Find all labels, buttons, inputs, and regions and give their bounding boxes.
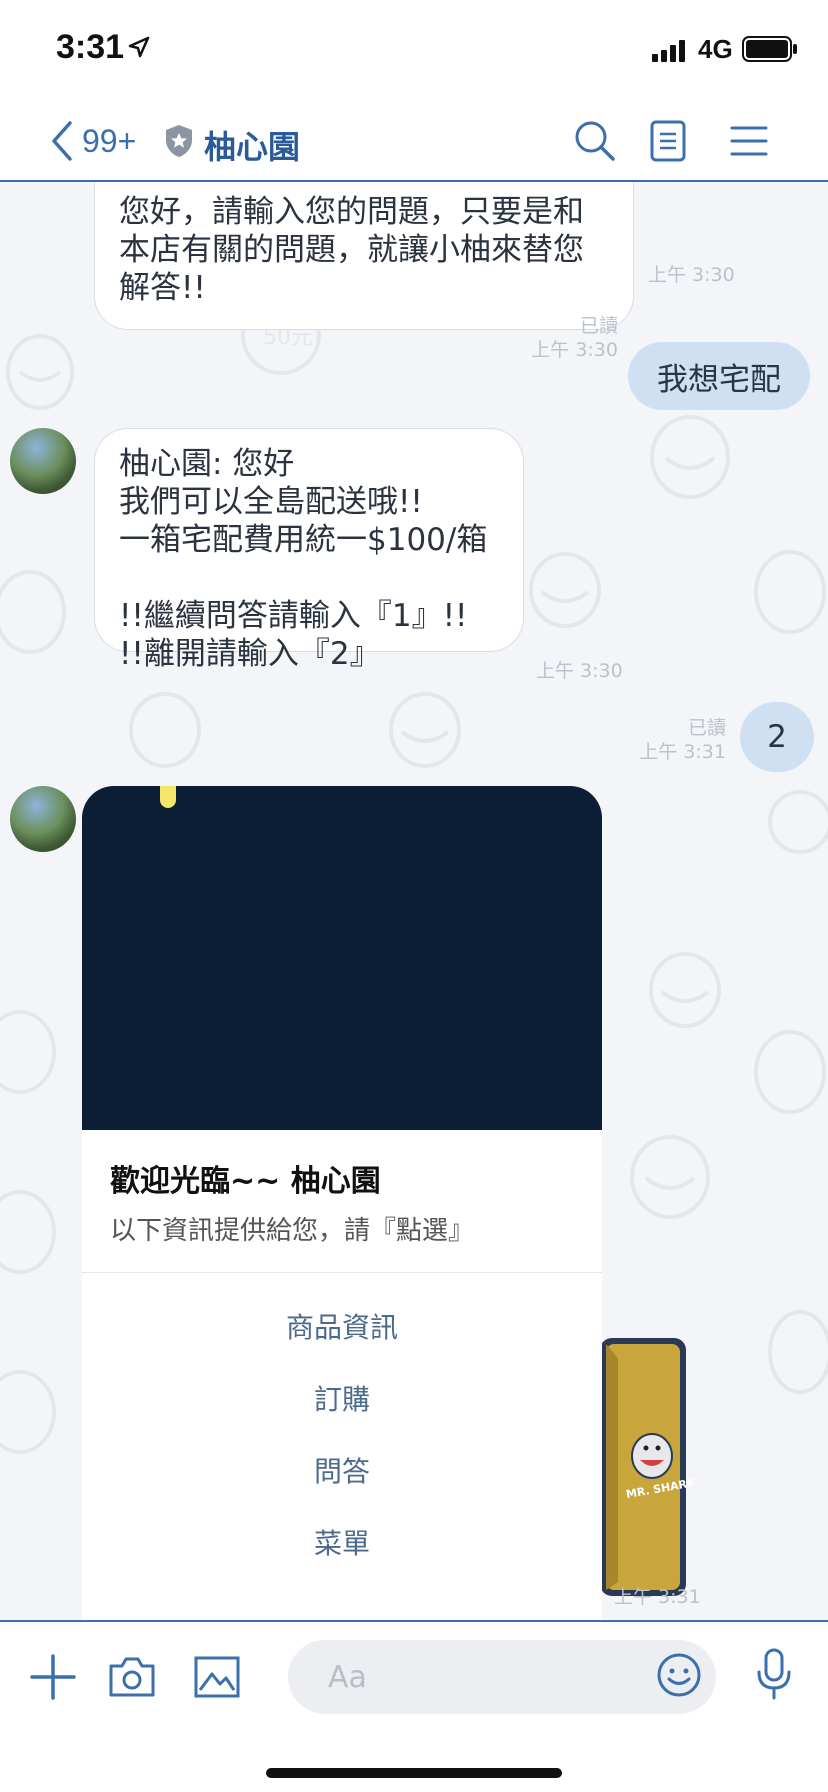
wallpaper-shark-icon [768, 1310, 828, 1394]
plus-icon[interactable] [30, 1654, 76, 1700]
message-time: 上午 3:31 [639, 741, 726, 763]
wallpaper-shark-icon [6, 334, 74, 410]
camera-icon[interactable] [108, 1656, 156, 1698]
message-time: 上午 3:31 [614, 1586, 701, 1608]
outgoing-message[interactable]: 我想宅配 [628, 342, 810, 410]
microphone-icon[interactable] [756, 1648, 792, 1700]
menu-icon[interactable] [730, 126, 768, 156]
read-label: 已讀 [687, 717, 726, 739]
message-text: 解答!! [119, 270, 206, 306]
card-action-order[interactable]: 訂購 [82, 1378, 602, 1418]
wallpaper-shark-icon [529, 552, 601, 628]
message-text: 我們可以全島配送哦!! [119, 484, 423, 520]
battery-icon [742, 36, 797, 62]
welcome-card: 歡迎光臨~~ 柚心園 以下資訊提供給您，請『點選』 商品資訊 訂購 問答 菜單 [82, 786, 602, 1620]
home-indicator [266, 1768, 562, 1778]
card-action-menu[interactable]: 菜單 [82, 1522, 602, 1562]
card-subtitle: 以下資訊提供給您，請『點選』 [110, 1216, 475, 1246]
wallpaper-shark-icon [649, 952, 721, 1028]
chevron-left-icon [52, 121, 72, 161]
status-time: 3:31 [56, 28, 125, 66]
message-text [119, 559, 499, 597]
wallpaper-shark-icon [0, 570, 66, 654]
wallpaper-shark-icon [768, 790, 828, 854]
wallpaper-shark-icon [0, 1190, 56, 1274]
chat-area[interactable]: 50元 您好，請輸入您的問題，只要是和 本店有關的問題，就讓小柚來替您 解答!!… [0, 182, 828, 1620]
network-type: 4G [698, 34, 733, 64]
card-action-qa[interactable]: 問答 [82, 1450, 602, 1490]
message-text: !!離開請輸入『2』 [119, 636, 381, 672]
incoming-message[interactable]: 您好，請輸入您的問題，只要是和 本店有關的問題，就讓小柚來替您 解答!! [94, 182, 634, 330]
emoji-icon[interactable] [656, 1652, 702, 1698]
message-text: 2 [767, 719, 787, 755]
message-text: 一箱宅配費用統一$100/箱 [119, 522, 488, 558]
notes-icon[interactable] [650, 120, 686, 162]
status-bar: 3:31 4G [0, 0, 828, 100]
chat-header: 99+ 柚心園 [0, 100, 828, 182]
wallpaper-shark-icon [650, 415, 730, 499]
message-time: 上午 3:30 [531, 339, 618, 361]
wallpaper-shark-icon [754, 1030, 826, 1114]
read-label: 已讀 [579, 315, 618, 337]
shield-star-icon [166, 125, 192, 157]
input-bar [0, 1620, 828, 1792]
wallpaper-shark-icon [754, 550, 826, 634]
message-time: 上午 3:30 [648, 264, 735, 286]
message-text: 柚心園: 您好 [119, 446, 295, 482]
search-icon[interactable] [574, 120, 616, 162]
card-image-moon [160, 786, 176, 808]
incoming-message[interactable]: 柚心園: 您好 我們可以全島配送哦!! 一箱宅配費用統一$100/箱 !!繼續問… [94, 428, 524, 672]
message-time: 上午 3:30 [536, 660, 623, 682]
message-text: 您好，請輸入您的問題，只要是和 [119, 194, 584, 230]
avatar[interactable] [10, 428, 76, 494]
wallpaper-shark-icon [630, 1135, 710, 1219]
message-text: 我想宅配 [657, 361, 781, 398]
image-icon[interactable] [194, 1656, 240, 1698]
card-image[interactable] [82, 786, 602, 1130]
read-receipt: 已讀 上午 3:30 [520, 314, 618, 362]
card-title: 歡迎光臨~~ 柚心園 [110, 1164, 381, 1199]
card-divider [82, 1272, 602, 1273]
back-button[interactable]: 99+ [50, 116, 136, 166]
chat-title: 柚心園 [204, 128, 301, 166]
wallpaper-shark-icon [0, 1010, 56, 1094]
wallpaper-shark-icon [129, 692, 201, 768]
location-arrow-icon [128, 36, 150, 58]
message-text: !!繼續問答請輸入『1』!! [119, 598, 468, 634]
wallpaper-shark-icon [389, 692, 461, 768]
card-action-product-info[interactable]: 商品資訊 [82, 1306, 602, 1346]
unread-count: 99+ [82, 122, 137, 159]
wallpaper-shark-icon [0, 1370, 56, 1454]
signal-icon [652, 40, 685, 62]
message-text: 本店有關的問題，就讓小柚來替您 [119, 232, 584, 268]
avatar[interactable] [10, 786, 76, 852]
outgoing-message[interactable]: 2 [740, 702, 814, 772]
message-input[interactable] [288, 1640, 716, 1714]
mr-shark-sticker[interactable]: MR. SHARK [590, 1332, 694, 1600]
read-receipt: 已讀 上午 3:31 [630, 716, 726, 764]
